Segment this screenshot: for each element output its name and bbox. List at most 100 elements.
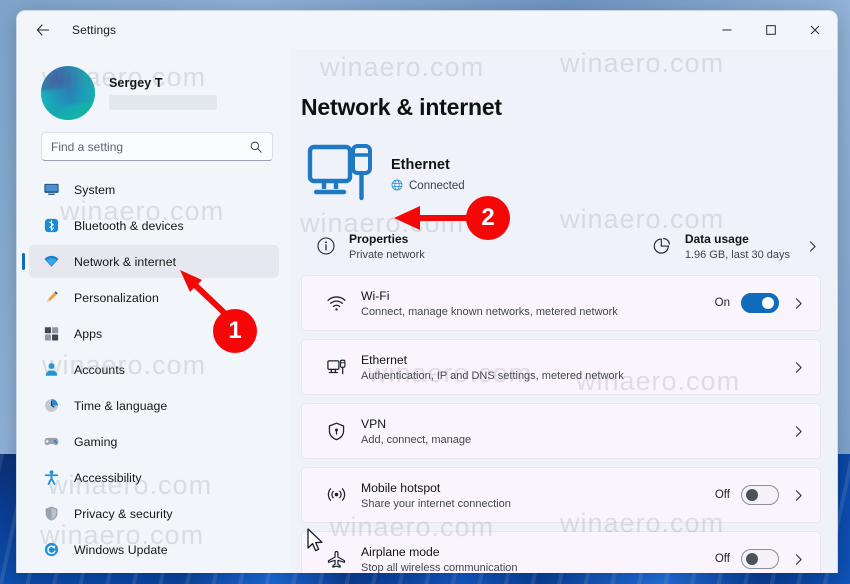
sidebar-item-bluetooth-devices[interactable]: Bluetooth & devices bbox=[29, 209, 279, 242]
sidebar-item-label: Apps bbox=[74, 326, 103, 341]
card-text: Airplane mode Stop all wireless communic… bbox=[361, 545, 518, 574]
settings-cards: Wi-Fi Connect, manage known networks, me… bbox=[301, 275, 821, 573]
sidebar-item-label: Accessibility bbox=[74, 470, 142, 485]
card-right bbox=[790, 361, 805, 374]
sidebar-item-label: Bluetooth & devices bbox=[74, 218, 184, 233]
apps-icon bbox=[41, 324, 61, 344]
search-icon bbox=[249, 140, 263, 154]
settings-window: Settings Sergey T Find a setting System … bbox=[16, 10, 838, 573]
annotation-badge-2: 2 bbox=[466, 196, 510, 240]
sidebar-item-label: Windows Update bbox=[74, 542, 168, 557]
ethernet-large-icon bbox=[301, 142, 387, 208]
search-input[interactable] bbox=[51, 139, 249, 154]
airplane-toggle-label: Off bbox=[714, 553, 730, 565]
chevron-right-icon[interactable] bbox=[792, 297, 805, 310]
arrow-left-icon bbox=[36, 24, 50, 36]
card-right: Off bbox=[710, 485, 805, 505]
wifi-icon bbox=[319, 293, 353, 314]
card-right: Off bbox=[710, 549, 805, 569]
chevron-right-icon[interactable] bbox=[792, 425, 805, 438]
card-text: Ethernet Authentication, IP and DNS sett… bbox=[361, 353, 624, 382]
properties-action[interactable]: Properties Private network bbox=[311, 232, 425, 261]
properties-text: Properties Private network bbox=[349, 232, 425, 261]
card-airplane-mode[interactable]: Airplane mode Stop all wireless communic… bbox=[301, 531, 821, 573]
card-subtitle: Add, connect, manage bbox=[361, 433, 472, 446]
sidebar-item-label: Personalization bbox=[74, 290, 159, 305]
paintbrush-icon bbox=[41, 288, 61, 308]
wifi-toggle[interactable] bbox=[741, 293, 779, 313]
card-subtitle: Authentication, IP and DNS settings, met… bbox=[361, 369, 624, 382]
card-wifi[interactable]: Wi-Fi Connect, manage known networks, me… bbox=[301, 275, 821, 331]
connection-status-block: Ethernet Connected bbox=[301, 137, 821, 213]
data-usage-action[interactable]: Data usage 1.96 GB, last 30 days bbox=[647, 232, 819, 261]
update-icon bbox=[41, 540, 61, 560]
globe-icon bbox=[391, 179, 403, 194]
card-title: VPN bbox=[361, 416, 387, 431]
status-text: Ethernet Connected bbox=[391, 157, 465, 194]
account-email-redacted bbox=[109, 95, 217, 110]
shield-icon bbox=[41, 504, 61, 524]
card-right bbox=[790, 425, 805, 438]
minimize-button[interactable] bbox=[705, 11, 749, 49]
sidebar-nav: System Bluetooth & devices Network & int… bbox=[17, 173, 279, 566]
card-right: On bbox=[710, 293, 805, 313]
desktop-background: Settings Sergey T Find a setting System … bbox=[0, 0, 850, 584]
window-controls bbox=[705, 11, 837, 49]
sidebar-item-gaming[interactable]: Gaming bbox=[29, 425, 279, 458]
chevron-right-icon[interactable] bbox=[792, 553, 805, 566]
account-name: Sergey T bbox=[109, 76, 163, 90]
avatar bbox=[41, 66, 95, 120]
sidebar-item-time-language[interactable]: Time & language bbox=[29, 389, 279, 422]
vpn-shield-icon bbox=[319, 421, 353, 442]
sidebar-item-windows-update[interactable]: Windows Update bbox=[29, 533, 279, 566]
person-icon bbox=[41, 360, 61, 380]
sidebar: Sergey T Find a setting System Bluetooth… bbox=[17, 49, 291, 573]
hotspot-toggle[interactable] bbox=[741, 485, 779, 505]
wifi-toggle-label: On bbox=[714, 297, 730, 309]
chevron-right-icon[interactable] bbox=[792, 361, 805, 374]
account-block[interactable]: Sergey T bbox=[17, 49, 279, 121]
airplane-toggle[interactable] bbox=[741, 549, 779, 569]
card-text: VPN Add, connect, manage bbox=[361, 417, 471, 446]
monitor-icon bbox=[41, 180, 61, 200]
titlebar: Settings bbox=[17, 11, 837, 49]
data-usage-subtitle: 1.96 GB, last 30 days bbox=[684, 248, 790, 261]
card-text: Wi-Fi Connect, manage known networks, me… bbox=[361, 289, 618, 318]
card-text: Mobile hotspot Share your internet conne… bbox=[361, 481, 511, 510]
close-button[interactable] bbox=[793, 11, 837, 49]
clock-icon bbox=[41, 396, 61, 416]
annotation-badge-1: 1 bbox=[213, 309, 257, 353]
connection-state: Connected bbox=[391, 179, 465, 194]
chevron-right-icon[interactable] bbox=[806, 240, 819, 253]
card-title: Mobile hotspot bbox=[361, 480, 441, 495]
search-box[interactable] bbox=[41, 132, 273, 161]
sidebar-item-accessibility[interactable]: Accessibility bbox=[29, 461, 279, 494]
card-subtitle: Connect, manage known networks, metered … bbox=[361, 305, 618, 318]
page-title: Network & internet bbox=[301, 94, 502, 120]
connection-state-label: Connected bbox=[409, 180, 465, 192]
sidebar-item-label: Gaming bbox=[74, 434, 118, 449]
card-title: Ethernet bbox=[361, 352, 408, 367]
sidebar-item-accounts[interactable]: Accounts bbox=[29, 353, 279, 386]
sidebar-item-network-internet[interactable]: Network & internet bbox=[22, 245, 279, 278]
back-button[interactable] bbox=[28, 15, 58, 45]
properties-subtitle: Private network bbox=[349, 248, 425, 261]
card-subtitle: Share your internet connection bbox=[361, 497, 511, 510]
card-ethernet[interactable]: Ethernet Authentication, IP and DNS sett… bbox=[301, 339, 821, 395]
data-usage-text: Data usage 1.96 GB, last 30 days bbox=[685, 232, 790, 261]
card-mobile-hotspot[interactable]: Mobile hotspot Share your internet conne… bbox=[301, 467, 821, 523]
info-icon bbox=[311, 236, 341, 256]
card-vpn[interactable]: VPN Add, connect, manage bbox=[301, 403, 821, 459]
sidebar-item-system[interactable]: System bbox=[29, 173, 279, 206]
maximize-button[interactable] bbox=[749, 11, 793, 49]
bluetooth-icon bbox=[41, 216, 61, 236]
pie-chart-icon bbox=[647, 236, 677, 256]
properties-title: Properties bbox=[349, 231, 409, 246]
window-body: Sergey T Find a setting System Bluetooth… bbox=[17, 49, 837, 573]
card-title: Wi-Fi bbox=[361, 288, 390, 303]
wifi-icon bbox=[41, 252, 61, 272]
ethernet-icon bbox=[319, 357, 353, 378]
sidebar-item-privacy-security[interactable]: Privacy & security bbox=[29, 497, 279, 530]
chevron-right-icon[interactable] bbox=[792, 489, 805, 502]
card-subtitle: Stop all wireless communication bbox=[361, 561, 518, 574]
